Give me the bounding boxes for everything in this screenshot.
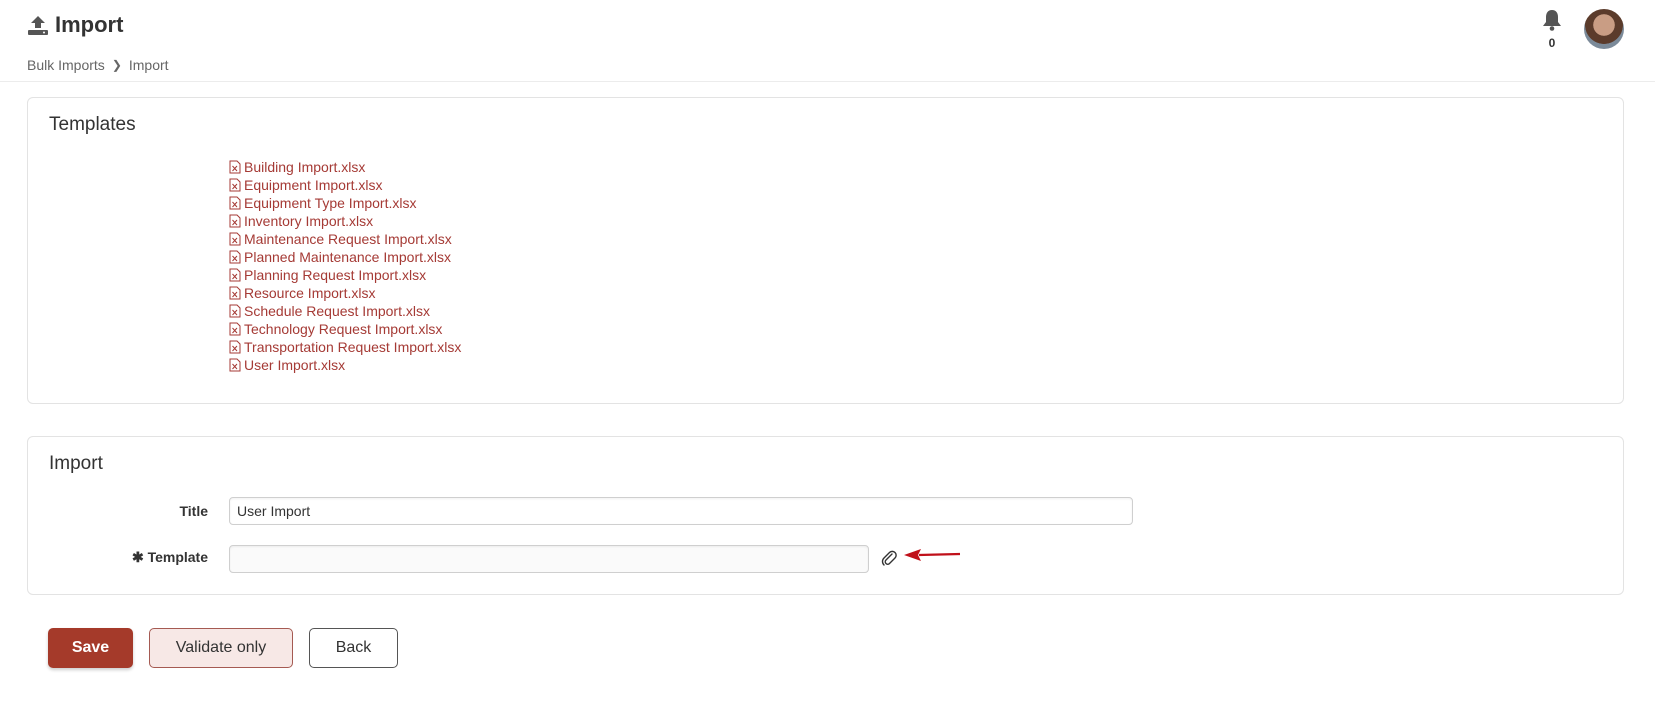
import-heading: Import: [49, 453, 103, 474]
notification-count: 0: [1548, 36, 1556, 50]
excel-file-icon: [229, 358, 241, 372]
templates-panel: Templates Building Import.xlsx Equipment…: [27, 97, 1624, 404]
title-input[interactable]: [229, 497, 1133, 525]
validate-only-button[interactable]: Validate only: [149, 628, 293, 668]
red-arrow-annotation: [904, 549, 961, 561]
excel-file-icon: [229, 268, 241, 282]
breadcrumb-bulk-imports[interactable]: Bulk Imports: [27, 57, 105, 73]
template-file-link[interactable]: Inventory Import.xlsx: [229, 212, 461, 230]
notifications-button[interactable]: 0: [1540, 8, 1564, 50]
template-file-link[interactable]: Schedule Request Import.xlsx: [229, 302, 461, 320]
upload-icon: [28, 16, 48, 35]
template-file-link[interactable]: Transportation Request Import.xlsx: [229, 338, 461, 356]
excel-file-icon: [229, 196, 241, 210]
template-file-link[interactable]: Planning Request Import.xlsx: [229, 266, 461, 284]
template-file-name: Technology Request Import.xlsx: [244, 321, 443, 337]
template-file-link[interactable]: Maintenance Request Import.xlsx: [229, 230, 461, 248]
template-file-link[interactable]: Building Import.xlsx: [229, 158, 461, 176]
title-row: Import: [27, 12, 123, 38]
template-file-link[interactable]: Planned Maintenance Import.xlsx: [229, 248, 461, 266]
template-file-link[interactable]: Resource Import.xlsx: [229, 284, 461, 302]
template-file-name: Planned Maintenance Import.xlsx: [244, 249, 451, 265]
page-header: Import Bulk Imports ❯ Import 0: [0, 0, 1655, 82]
template-label: ✱ Template: [131, 549, 208, 565]
back-button[interactable]: Back: [309, 628, 398, 668]
excel-file-icon: [229, 214, 241, 228]
template-file-name: Schedule Request Import.xlsx: [244, 303, 430, 319]
template-file-name: Equipment Type Import.xlsx: [244, 195, 417, 211]
template-file-name: Inventory Import.xlsx: [244, 213, 374, 229]
excel-file-icon: [229, 322, 241, 336]
excel-file-icon: [229, 250, 241, 264]
template-file-name: User Import.xlsx: [244, 357, 346, 373]
template-file-field[interactable]: [229, 545, 869, 573]
template-file-name: Maintenance Request Import.xlsx: [244, 231, 452, 247]
template-file-name: Equipment Import.xlsx: [244, 177, 383, 193]
import-panel: Import Title ✱ Template: [27, 436, 1624, 595]
template-file-name: Building Import.xlsx: [244, 159, 366, 175]
excel-file-icon: [229, 178, 241, 192]
paperclip-icon[interactable]: [881, 549, 897, 567]
breadcrumb: Bulk Imports ❯ Import: [27, 57, 169, 73]
template-file-link[interactable]: Equipment Type Import.xlsx: [229, 194, 461, 212]
title-label: Title: [179, 503, 208, 519]
excel-file-icon: [229, 304, 241, 318]
excel-file-icon: [229, 232, 241, 246]
save-button[interactable]: Save: [48, 628, 133, 668]
user-avatar[interactable]: [1584, 9, 1624, 49]
page-title: Import: [55, 12, 124, 37]
breadcrumb-import: Import: [128, 57, 169, 73]
bell-icon: [1543, 10, 1561, 31]
excel-file-icon: [229, 286, 241, 300]
templates-heading: Templates: [49, 114, 136, 135]
template-file-name: Transportation Request Import.xlsx: [244, 339, 462, 355]
template-file-link[interactable]: User Import.xlsx: [229, 356, 461, 374]
template-file-name: Planning Request Import.xlsx: [244, 267, 427, 283]
template-file-link[interactable]: Equipment Import.xlsx: [229, 176, 461, 194]
excel-file-icon: [229, 340, 241, 354]
chevron-right-icon: ❯: [111, 58, 122, 72]
excel-file-icon: [229, 160, 241, 174]
template-file-list: Building Import.xlsx Equipment Import.xl…: [229, 158, 461, 374]
template-file-link[interactable]: Technology Request Import.xlsx: [229, 320, 461, 338]
template-file-name: Resource Import.xlsx: [244, 285, 376, 301]
